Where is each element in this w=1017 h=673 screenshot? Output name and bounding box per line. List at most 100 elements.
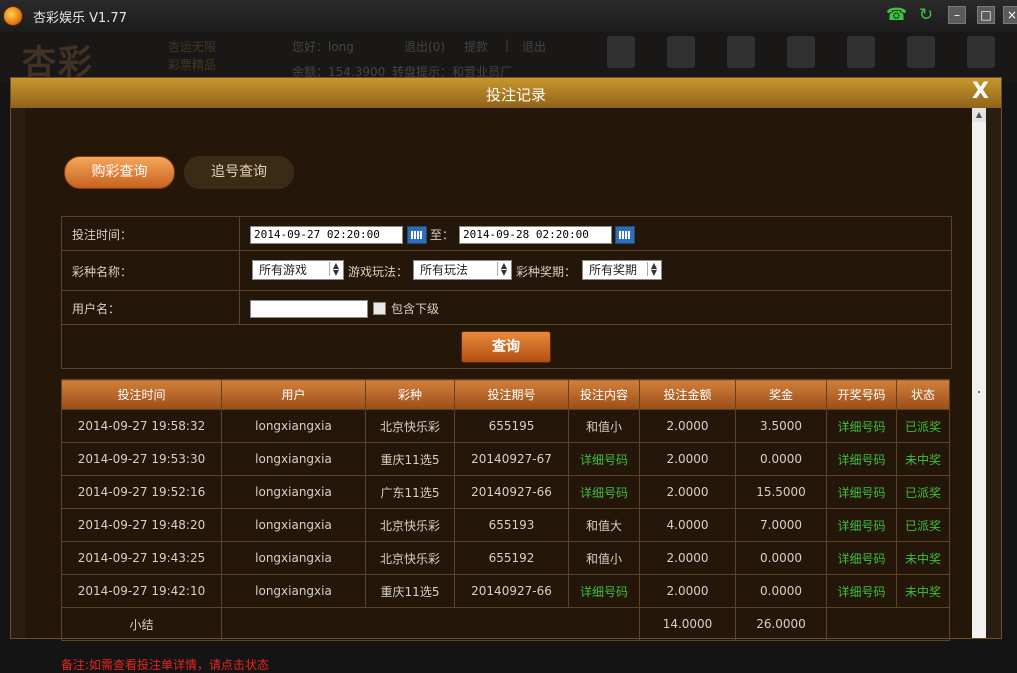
subtotal-amount: 14.0000 bbox=[639, 607, 736, 641]
status-link[interactable]: 未中奖 bbox=[896, 541, 950, 575]
period-select-value: 所有奖期 bbox=[589, 263, 638, 277]
lottery-label: 彩种名称： bbox=[72, 265, 133, 279]
document-icon bbox=[727, 36, 755, 68]
records-body: 2014-09-27 19:58:32 longxiangxia 北京快乐彩 6551… bbox=[61, 409, 950, 608]
draw-number-link[interactable]: 详细号码 bbox=[826, 574, 897, 608]
draw-number-link[interactable]: 详细号码 bbox=[826, 541, 897, 575]
play-label: 游戏玩法： bbox=[348, 265, 409, 279]
status-link[interactable]: 已派奖 bbox=[896, 409, 950, 443]
amount-cell: 2.0000 bbox=[639, 409, 736, 443]
subtotal-label: 小结 bbox=[61, 607, 222, 641]
content-cell[interactable]: 详细号码 bbox=[568, 442, 640, 476]
play-select[interactable]: 所有玩法 ▲ ▼ bbox=[413, 260, 512, 280]
to-label: 至： bbox=[430, 228, 455, 242]
minimize-button[interactable]: – bbox=[948, 6, 966, 24]
bet-time-cell: 2014-09-27 19:52:16 bbox=[61, 475, 222, 509]
user-cell: longxiangxia bbox=[221, 541, 366, 575]
period-select[interactable]: 所有奖期 ▲ ▼ bbox=[582, 260, 662, 280]
amount-cell: 2.0000 bbox=[639, 442, 736, 476]
column-header: 投注金额 bbox=[639, 379, 736, 410]
query-button[interactable]: 查询 bbox=[461, 331, 551, 363]
form-row-lottery: 彩种名称： 所有游戏 ▲ ▼ 游戏玩法： 所有玩法 ▲ ▼ 彩种奖期： 所有奖期 ▲… bbox=[62, 251, 951, 291]
background-app-header: 杏彩 杏运无限 彩票精品 您好：long 退出(0) 提款 | 退出 余额：15… bbox=[0, 32, 1017, 83]
amount-cell: 2.0000 bbox=[639, 475, 736, 509]
include-sub-label: 包含下级 bbox=[391, 302, 440, 316]
column-header: 投注内容 bbox=[568, 379, 640, 410]
user-cell: longxiangxia bbox=[221, 508, 366, 542]
tab-purchase-query[interactable]: 购彩查询 bbox=[64, 156, 175, 189]
status-link[interactable]: 已派奖 bbox=[896, 475, 950, 509]
start-calendar-icon[interactable] bbox=[407, 226, 427, 244]
lottery-cell: 北京快乐彩 bbox=[365, 409, 455, 443]
tab-chase-query[interactable]: 追号查询 bbox=[184, 156, 294, 189]
column-header: 开奖号码 bbox=[826, 379, 897, 410]
lottery-cell: 广东11选5 bbox=[365, 475, 455, 509]
period-cell: 655193 bbox=[454, 508, 569, 542]
title-bar: 杏彩娱乐 V1.77 ☎ ↻ – □ × bbox=[0, 0, 1017, 32]
maximize-button[interactable]: □ bbox=[977, 6, 995, 24]
scroll-thumb-grip bbox=[978, 391, 980, 393]
prize-cell: 0.0000 bbox=[735, 442, 827, 476]
bet-time-cell: 2014-09-27 19:53:30 bbox=[61, 442, 222, 476]
lottery-select[interactable]: 所有游戏 ▲ ▼ bbox=[252, 260, 344, 280]
dialog-close-button[interactable]: X bbox=[972, 80, 989, 104]
lottery-cell: 北京快乐彩 bbox=[365, 541, 455, 575]
subtotal-row: 小结 14.0000 26.0000 bbox=[61, 607, 950, 641]
phone-icon bbox=[907, 36, 935, 68]
amount-cell: 2.0000 bbox=[639, 541, 736, 575]
status-link[interactable]: 未中奖 bbox=[896, 442, 950, 476]
period-cell: 20140927-66 bbox=[454, 475, 569, 509]
draw-number-link[interactable]: 详细号码 bbox=[826, 442, 897, 476]
content-cell: 和值小 bbox=[568, 409, 640, 443]
amount-cell: 2.0000 bbox=[639, 574, 736, 608]
select-arrow-icon: ▲ ▼ bbox=[647, 262, 660, 277]
column-header: 状态 bbox=[896, 379, 950, 410]
table-header-row: 投注时间 用户 彩种 投注期号 投注内容 投注金额 奖金 开奖号码 状态 bbox=[61, 379, 950, 410]
background-link: 退出(0) bbox=[404, 40, 445, 54]
lottery-select-value: 所有游戏 bbox=[259, 263, 308, 277]
prize-cell: 0.0000 bbox=[735, 541, 827, 575]
app-logo-icon bbox=[3, 6, 23, 26]
background-link: | bbox=[505, 38, 510, 52]
amount-cell: 4.0000 bbox=[639, 508, 736, 542]
dialog-scrollbar[interactable]: ▲ bbox=[972, 108, 986, 638]
content-cell[interactable]: 详细号码 bbox=[568, 475, 640, 509]
user-label: 用户名： bbox=[72, 302, 121, 316]
bet-time-cell: 2014-09-27 19:58:32 bbox=[61, 409, 222, 443]
include-sub-checkbox[interactable] bbox=[373, 302, 386, 315]
fire-icon bbox=[847, 36, 875, 68]
status-link[interactable]: 未中奖 bbox=[896, 574, 950, 608]
content-cell[interactable]: 详细号码 bbox=[568, 574, 640, 608]
period-cell: 655192 bbox=[454, 541, 569, 575]
content-cell: 和值大 bbox=[568, 508, 640, 542]
prize-cell: 0.0000 bbox=[735, 574, 827, 608]
bet-time-cell: 2014-09-27 19:48:20 bbox=[61, 508, 222, 542]
form-row-user: 用户名： 包含下级 bbox=[62, 291, 951, 325]
user-cell: longxiangxia bbox=[221, 475, 366, 509]
draw-number-link[interactable]: 详细号码 bbox=[826, 508, 897, 542]
records-table: 投注时间 用户 彩种 投注期号 投注内容 投注金额 奖金 开奖号码 状态 201… bbox=[61, 379, 950, 641]
end-time-input[interactable]: 2014-09-28 02:20:00 bbox=[459, 226, 612, 244]
query-form: 投注时间： 2014-09-27 02:20:00 至： 2014-09-28 … bbox=[61, 216, 952, 369]
period-cell: 20140927-67 bbox=[454, 442, 569, 476]
select-arrow-icon: ▲ ▼ bbox=[497, 262, 510, 277]
bet-time-cell: 2014-09-27 19:43:25 bbox=[61, 541, 222, 575]
chat-icon[interactable]: ☎ bbox=[886, 6, 907, 24]
scroll-up-arrow-icon[interactable]: ▲ bbox=[972, 108, 986, 122]
draw-number-link[interactable]: 详细号码 bbox=[826, 475, 897, 509]
select-arrow-icon: ▲ ▼ bbox=[329, 262, 342, 277]
column-header: 奖金 bbox=[735, 379, 827, 410]
start-time-input[interactable]: 2014-09-27 02:20:00 bbox=[250, 226, 403, 244]
lottery-cell: 重庆11选5 bbox=[365, 442, 455, 476]
draw-number-link[interactable]: 详细号码 bbox=[826, 409, 897, 443]
user-cell: longxiangxia bbox=[221, 442, 366, 476]
window-close-button[interactable]: × bbox=[1003, 6, 1017, 24]
refresh-icon[interactable]: ↻ bbox=[917, 6, 935, 24]
status-link[interactable]: 已派奖 bbox=[896, 508, 950, 542]
app-title: 杏彩娱乐 V1.77 bbox=[33, 11, 127, 26]
user-icon bbox=[667, 36, 695, 68]
username-input[interactable] bbox=[250, 300, 368, 318]
end-calendar-icon[interactable] bbox=[615, 226, 635, 244]
table-row: 2014-09-27 19:58:32 longxiangxia 北京快乐彩 6551… bbox=[61, 409, 950, 443]
background-link: 提款 bbox=[464, 40, 489, 54]
